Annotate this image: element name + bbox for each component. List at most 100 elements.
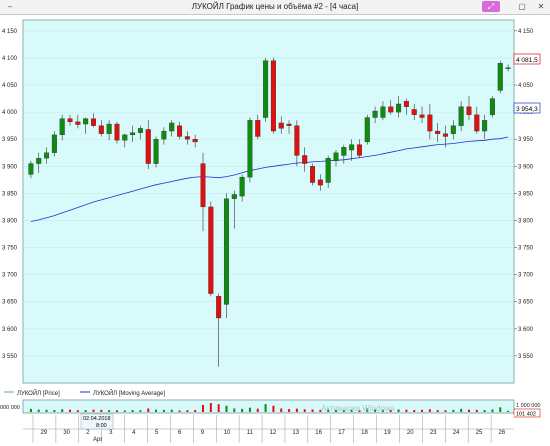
candle-body (75, 121, 81, 125)
volume-bar (452, 409, 455, 412)
time-label: 29 (40, 430, 47, 436)
volume-bar (131, 410, 134, 412)
volume-right-label: 1 000 000 (516, 403, 540, 409)
volume-bar (295, 408, 298, 412)
chart-svg[interactable]: 4 1504 1504 1004 1004 0504 0504 0004 000… (0, 15, 550, 444)
legend-price: ЛУКОЙЛ [Price] (17, 389, 60, 397)
y-tick-label-left: 4 150 (2, 29, 18, 35)
volume-bar (444, 410, 447, 412)
candle-body (435, 130, 441, 134)
volume-bar (272, 405, 275, 412)
time-label: 23 (430, 430, 437, 436)
y-tick-label-left: 3 700 (2, 273, 18, 279)
time-label: 25 (476, 430, 483, 436)
time-label: 19 (384, 430, 391, 436)
time-label: 20 (407, 430, 414, 436)
volume-bar (178, 410, 181, 412)
candle-body (403, 101, 409, 107)
volume-bar (108, 410, 111, 412)
window-title: ЛУКОЙЛ График цены и объёма #2 - [4 часа… (191, 2, 359, 11)
pin-button[interactable]: ⤢ (482, 1, 500, 12)
candle-body (192, 139, 198, 143)
candle-body (333, 152, 339, 162)
candle-body (450, 125, 456, 134)
candle-body (396, 103, 402, 113)
y-tick-label-left: 4 050 (2, 83, 18, 89)
time-label: 10 (224, 430, 231, 436)
volume-bar (115, 410, 118, 412)
time-label: 17 (338, 430, 345, 436)
candle-body (255, 120, 261, 137)
candle-body (223, 198, 229, 305)
volume-bar (76, 410, 79, 412)
candle-body (239, 176, 245, 197)
volume-bar (460, 408, 463, 412)
candle-body (286, 123, 292, 126)
y-tick-label-right: 3 550 (518, 354, 534, 360)
candle-body (247, 120, 253, 178)
volume-bar (202, 404, 205, 412)
volume-bar (436, 410, 439, 412)
y-tick-label-right: 3 950 (518, 137, 534, 143)
volume-bar (264, 404, 267, 412)
candle-body (98, 125, 104, 134)
candle-body (419, 114, 425, 118)
candle-body (137, 128, 143, 133)
y-tick-label-left: 3 800 (2, 218, 18, 224)
y-tick-label-right: 3 650 (518, 300, 534, 306)
candle-body (349, 144, 355, 151)
candle-body (474, 114, 480, 132)
volume-bar (405, 409, 408, 412)
candle-body (169, 122, 175, 132)
candle-body (372, 110, 378, 118)
volume-bar (170, 409, 173, 412)
volume-bar (397, 409, 400, 412)
volume-left-label: 000 000 (0, 405, 20, 411)
candle-body (270, 60, 276, 132)
candle-body (489, 98, 495, 115)
volume-bar (92, 409, 95, 412)
candle-body (310, 166, 316, 183)
candle-body (122, 134, 128, 141)
volume-bar (280, 408, 283, 412)
cursor-time: 8:00 (96, 423, 107, 429)
candle-body (380, 106, 386, 118)
candle-body (161, 130, 167, 140)
volume-bar (139, 410, 142, 412)
candle-body (28, 163, 34, 175)
y-tick-label-right: 3 900 (518, 164, 534, 170)
candle-body (208, 206, 214, 294)
window-titlebar[interactable]: – ЛУКОЙЛ График цены и объёма #2 - [4 ча… (0, 0, 550, 15)
candle-body (497, 63, 503, 91)
volume-bar (155, 409, 158, 412)
maximize-button[interactable]: ▢ (514, 1, 530, 12)
volume-bar (499, 407, 502, 412)
candle-body (458, 106, 464, 126)
candle-body (294, 125, 300, 156)
y-tick-label-left: 4 000 (2, 110, 18, 116)
volume-bar (467, 409, 470, 412)
y-tick-label-right: 3 750 (518, 246, 534, 252)
volume-panel[interactable] (22, 399, 515, 414)
volume-bar (45, 409, 48, 412)
volume-bar (37, 409, 40, 412)
candle-body (325, 158, 331, 183)
y-tick-label-left: 3 950 (2, 137, 18, 143)
candle-body (114, 123, 120, 141)
candle-body (466, 106, 472, 115)
candle-body (106, 123, 112, 134)
candle-body (67, 118, 73, 123)
legend-ma: ЛУКОЙЛ [Moving Average] (93, 389, 165, 397)
cursor-date: 02.04.2018 (83, 416, 111, 422)
volume-bar (483, 410, 486, 412)
candle-body (59, 118, 65, 136)
volume-bar (507, 410, 510, 412)
ma-value-label: 3 954,3 (516, 106, 538, 113)
candle-body (341, 147, 347, 156)
close-button[interactable]: ✕ (533, 1, 549, 12)
volume-bar (421, 409, 424, 412)
volume-bar (186, 410, 189, 412)
time-label: 18 (361, 430, 368, 436)
candle-body (427, 114, 433, 132)
volume-bar (428, 409, 431, 412)
